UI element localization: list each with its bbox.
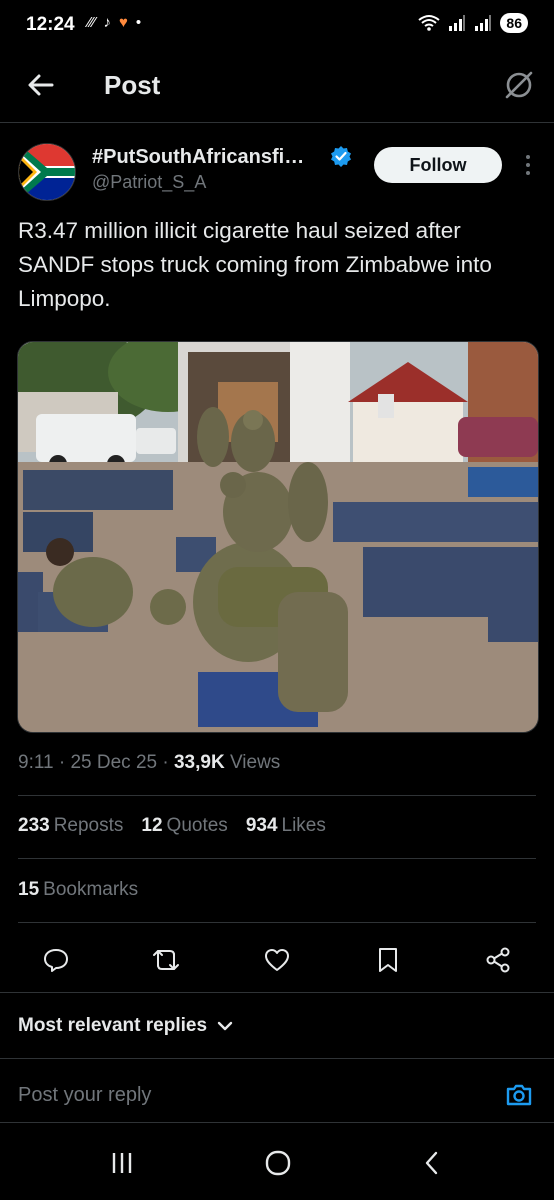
status-time: 12:24 — [26, 14, 75, 35]
post-photo[interactable] — [17, 341, 539, 733]
divider — [0, 992, 554, 993]
repost-icon[interactable] — [144, 938, 188, 982]
camera-icon[interactable] — [504, 1080, 534, 1110]
bookmarks-stat[interactable]: 15 Bookmarks — [18, 879, 138, 901]
page-title: Post — [104, 70, 161, 100]
avatar[interactable] — [18, 143, 76, 201]
south-africa-flag-icon — [19, 144, 75, 200]
system-navigation-bar — [0, 1126, 554, 1200]
replies-sort-dropdown[interactable]: Most relevant replies — [18, 1015, 233, 1037]
divider — [0, 1058, 554, 1059]
battery-indicator: 86 — [500, 13, 528, 33]
reposts-stat[interactable]: 233 Reposts — [18, 815, 123, 837]
divider — [18, 922, 536, 923]
voicemail-icon: ⁄⁄⁄ — [88, 14, 96, 31]
signal-icon-2 — [475, 15, 492, 31]
grok-icon[interactable] — [502, 68, 536, 102]
signal-icon — [449, 15, 466, 31]
top-app-bar: Post — [0, 52, 554, 123]
engagement-stats: 233 Reposts 12 Quotes 934 Likes — [18, 815, 326, 837]
heart-app-icon: ♥ — [119, 14, 128, 31]
replies-sort-label: Most relevant replies — [18, 1015, 208, 1036]
author-display-name[interactable]: #PutSouthAfricansfi… — [92, 146, 304, 169]
reply-input[interactable]: Post your reply — [18, 1084, 151, 1107]
post-timestamp-views: 9:11 · 25 Dec 25 · 33,9K Views — [18, 752, 281, 773]
wifi-icon — [418, 15, 441, 31]
author-handle[interactable]: @Patriot_S_A — [92, 172, 206, 193]
post-time: 9:11 — [18, 752, 54, 773]
post-text: R3.47 million illicit cigarette haul sei… — [18, 218, 492, 311]
views-label: Views — [229, 752, 281, 773]
bookmark-icon[interactable] — [366, 938, 410, 982]
home-icon[interactable] — [264, 1149, 292, 1177]
more-options-icon[interactable] — [520, 150, 536, 180]
quotes-stat[interactable]: 12 Quotes — [141, 815, 227, 837]
tiktok-icon: ♪ — [103, 14, 112, 31]
divider — [18, 795, 536, 796]
post-date: 25 Dec 25 — [70, 752, 158, 773]
divider — [18, 858, 536, 859]
status-system-icons: 86 — [418, 13, 528, 33]
divider — [0, 1122, 554, 1123]
photo-soldiers-cigarettes-illustration — [18, 342, 538, 732]
recent-apps-icon[interactable] — [110, 1150, 134, 1176]
like-icon[interactable] — [255, 938, 299, 982]
follow-button[interactable]: Follow — [374, 147, 502, 183]
views-count: 33,9K — [173, 752, 225, 773]
action-bar — [0, 938, 554, 982]
back-nav-icon[interactable] — [422, 1150, 442, 1176]
status-notification-icons: ⁄⁄⁄ ♪ ♥ • — [88, 14, 141, 31]
chevron-down-icon — [217, 1021, 233, 1031]
back-arrow-icon[interactable] — [24, 68, 58, 102]
likes-stat[interactable]: 934 Likes — [246, 815, 326, 837]
reply-icon[interactable] — [34, 938, 78, 982]
dot-icon: • — [135, 14, 142, 31]
status-bar: 12:24 ⁄⁄⁄ ♪ ♥ • 86 — [0, 0, 554, 52]
share-icon[interactable] — [476, 938, 520, 982]
verified-badge-icon — [331, 146, 351, 167]
